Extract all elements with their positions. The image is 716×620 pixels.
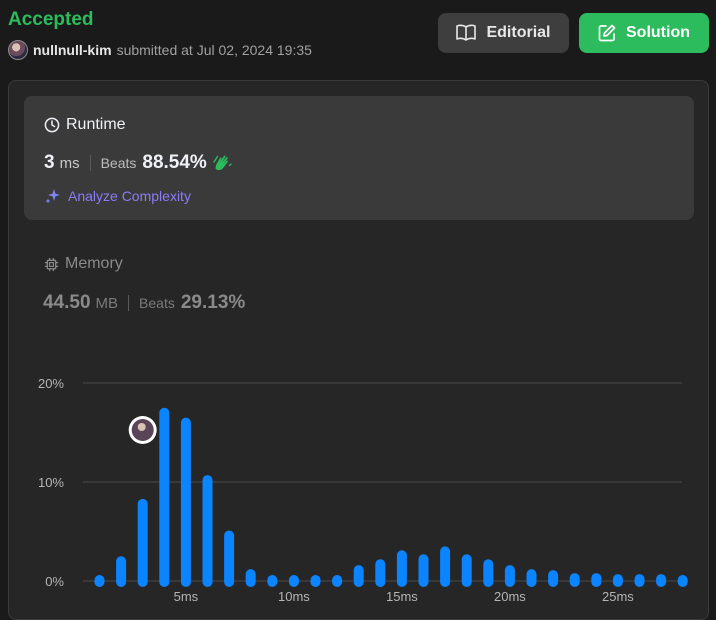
chart-bar[interactable] xyxy=(288,575,299,587)
avatar-face xyxy=(137,423,146,431)
chart-bar[interactable] xyxy=(245,569,256,587)
chart-bar[interactable] xyxy=(353,565,364,587)
x-tick-label: 25ms xyxy=(602,589,634,604)
x-tick-label: 10ms xyxy=(278,589,310,604)
chart-bar[interactable] xyxy=(94,575,105,587)
chart-bar[interactable] xyxy=(396,550,407,587)
y-tick-label: 10% xyxy=(38,475,64,490)
chart-bar[interactable] xyxy=(332,575,343,587)
chart-bar[interactable] xyxy=(526,569,537,587)
chart-bar[interactable] xyxy=(569,573,580,587)
chart-bar[interactable] xyxy=(504,565,515,587)
chart-bar[interactable] xyxy=(224,530,235,587)
chart-bar[interactable] xyxy=(677,575,688,587)
chart-bar[interactable] xyxy=(180,417,191,587)
chart-bar[interactable] xyxy=(202,475,213,587)
x-tick-label: 20ms xyxy=(494,589,526,604)
chart-bar[interactable] xyxy=(375,559,386,587)
chart-bar[interactable] xyxy=(634,574,645,587)
y-tick-label: 0% xyxy=(45,574,64,589)
chart-bar[interactable] xyxy=(612,574,623,587)
chart-bar[interactable] xyxy=(267,575,278,587)
chart-bar[interactable] xyxy=(310,575,321,587)
chart-bar[interactable] xyxy=(656,574,667,587)
y-tick-label: 20% xyxy=(38,376,64,391)
user-position-avatar[interactable] xyxy=(128,416,157,444)
x-tick-label: 5ms xyxy=(174,589,199,604)
chart-bar[interactable] xyxy=(137,498,148,587)
chart-bar[interactable] xyxy=(159,407,170,587)
chart-bar[interactable] xyxy=(461,554,472,587)
chart-bar[interactable] xyxy=(440,546,451,587)
runtime-distribution-chart[interactable]: 0% 10% 20% 5ms 10ms 15ms 20ms 25ms xyxy=(0,0,716,606)
chart-bar[interactable] xyxy=(418,554,429,587)
chart-bar[interactable] xyxy=(483,559,494,587)
chart-bar[interactable] xyxy=(548,570,559,587)
chart-bar[interactable] xyxy=(116,556,127,587)
chart-bar[interactable] xyxy=(591,573,602,587)
x-tick-label: 15ms xyxy=(386,589,418,604)
